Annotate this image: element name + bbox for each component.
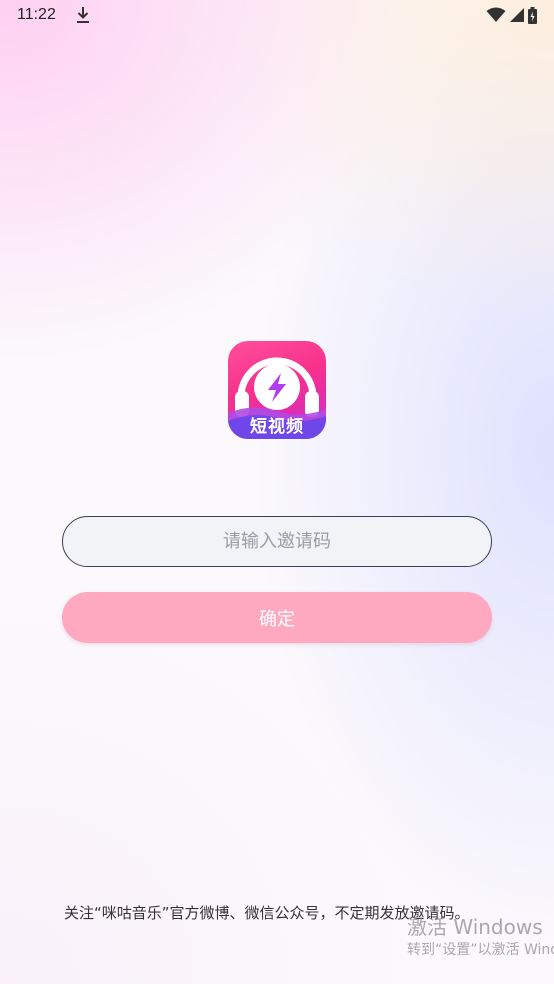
status-time: 11:22 <box>17 6 56 23</box>
status-icons <box>486 6 537 24</box>
windows-activation-watermark: 激活 Windows 转到“设置”以激活 Windows。 <box>407 914 554 960</box>
watermark-title: 激活 Windows <box>407 915 543 939</box>
battery-icon <box>528 6 537 24</box>
invite-code-input[interactable] <box>62 516 492 567</box>
signal-icon <box>510 8 524 22</box>
logo-text: 短视频 <box>250 417 304 437</box>
download-icon <box>77 7 89 23</box>
status-bar: 11:22 <box>0 0 554 32</box>
confirm-button[interactable]: 确定 <box>62 592 492 643</box>
wifi-icon <box>486 7 506 22</box>
watermark-subtitle: 转到“设置”以激活 Windows。 <box>407 942 554 958</box>
app-logo: 短视频 <box>228 341 326 439</box>
